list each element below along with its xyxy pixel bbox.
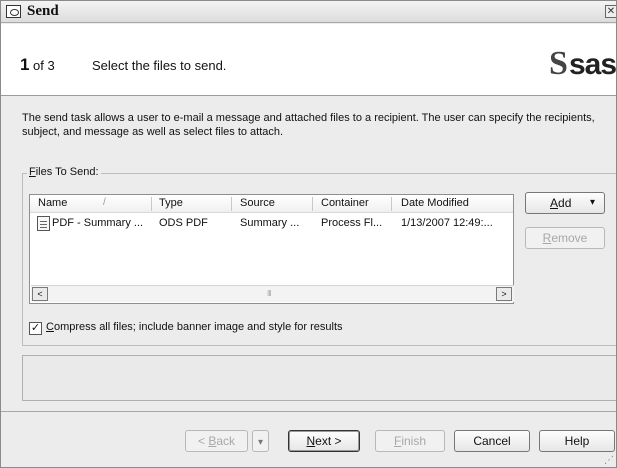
cell-date-modified: 1/13/2007 12:49:... <box>401 217 493 229</box>
wizard-header: 1 of 3 Select the files to send. S sas. <box>1 24 617 96</box>
finish-button[interactable]: Finish <box>375 430 445 452</box>
files-to-send-legend: Files To Send: <box>27 166 101 178</box>
resize-grip-icon[interactable]: ⋰ <box>604 455 614 466</box>
cell-source: Summary ... <box>240 217 300 229</box>
files-list-header: Name / Type Source Container Date Modifi… <box>30 195 513 213</box>
footer-divider <box>1 411 616 412</box>
column-divider[interactable] <box>151 197 152 211</box>
back-history-dropdown[interactable]: ▾ <box>252 430 269 452</box>
column-header-date-modified[interactable]: Date Modified <box>401 197 469 209</box>
sort-indicator-icon: / <box>103 197 106 208</box>
column-header-container[interactable]: Container <box>321 197 369 209</box>
title-bar[interactable]: Send ✕ <box>1 1 616 23</box>
chevron-down-icon: ▾ <box>590 197 596 208</box>
window-title: Send <box>27 3 59 19</box>
compress-label[interactable]: Compress all files; include banner image… <box>46 321 343 333</box>
cell-container: Process Fl... <box>321 217 383 229</box>
step-number: 1 <box>20 55 30 74</box>
cancel-button[interactable]: Cancel <box>454 430 530 452</box>
cell-name: PDF - Summary ... <box>52 217 144 229</box>
next-button[interactable]: Next > <box>288 430 360 452</box>
column-header-name[interactable]: Name <box>38 197 67 209</box>
scroll-right-icon[interactable]: > <box>496 287 512 301</box>
column-header-source[interactable]: Source <box>240 197 275 209</box>
scroll-left-icon[interactable]: < <box>32 287 48 301</box>
table-row[interactable]: PDF - Summary ... ODS PDF Summary ... Pr… <box>30 215 513 232</box>
window-app-icon <box>6 5 21 18</box>
add-button[interactable]: Add ▾ <box>525 192 605 214</box>
remove-button[interactable]: Remove <box>525 227 605 249</box>
sas-logo-text: sas. <box>569 48 617 81</box>
step-title: Select the files to send. <box>92 58 227 73</box>
compress-checkbox[interactable]: ✓ <box>29 322 42 335</box>
cell-type: ODS PDF <box>159 217 208 229</box>
column-divider[interactable] <box>391 197 392 211</box>
send-dialog: Send ✕ 1 of 3 Select the files to send. … <box>0 0 617 468</box>
step-of-total: of 3 <box>33 58 55 73</box>
scroll-thumb-grip-icon[interactable]: III <box>267 289 272 298</box>
close-icon[interactable]: ✕ <box>605 5 616 18</box>
task-description: The send task allows a user to e-mail a … <box>22 112 595 138</box>
pdf-file-icon <box>37 216 50 231</box>
files-list[interactable]: Name / Type Source Container Date Modifi… <box>29 194 514 304</box>
column-header-type[interactable]: Type <box>159 197 183 209</box>
back-button[interactable]: < Back <box>185 430 248 452</box>
help-button[interactable]: Help <box>539 430 615 452</box>
column-divider[interactable] <box>231 197 232 211</box>
horizontal-scrollbar[interactable]: < III > <box>31 285 514 302</box>
column-divider[interactable] <box>312 197 313 211</box>
chevron-down-icon: ▾ <box>257 437 264 448</box>
message-panel <box>22 355 616 401</box>
